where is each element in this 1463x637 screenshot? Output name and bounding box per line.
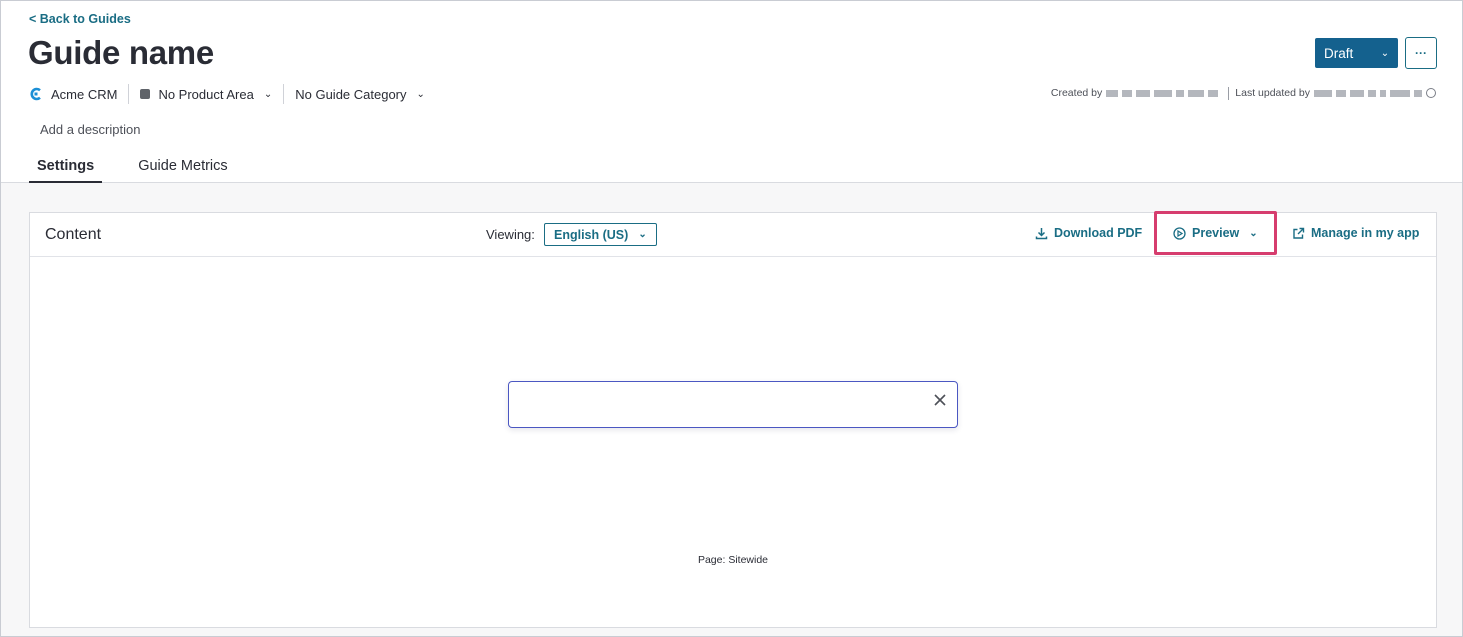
status-label: Draft	[1324, 45, 1354, 61]
clock-icon[interactable]	[1426, 88, 1436, 98]
page-header: < Back to Guides Guide name Acme CRM No …	[1, 1, 1462, 183]
chevron-down-icon: ⌄	[1380, 47, 1390, 59]
redacted-text	[1106, 89, 1219, 97]
preview-dropdown-button[interactable]: Preview ⌄	[1173, 226, 1258, 240]
content-panel-title: Content	[45, 226, 102, 243]
download-pdf-button[interactable]: Download PDF	[1035, 226, 1142, 240]
manage-in-app-link[interactable]: Manage in my app	[1292, 226, 1419, 240]
chevron-down-icon: ⌄	[263, 88, 273, 100]
divider	[1228, 86, 1230, 100]
guide-meta-row: Acme CRM No Product Area ⌄ No Guide Cate…	[29, 83, 425, 105]
page-title[interactable]: Guide name	[28, 34, 214, 72]
content-panel-header: Content Viewing: English (US) ⌄ Download…	[30, 211, 1436, 257]
divider	[283, 84, 285, 104]
guide-category-dropdown[interactable]: No Guide Category ⌄	[295, 87, 425, 102]
last-updated-label: Last updated by	[1235, 87, 1310, 99]
viewing-label: Viewing:	[486, 227, 535, 242]
guide-category-label: No Guide Category	[295, 86, 407, 102]
app-name: Acme CRM	[51, 86, 118, 102]
external-link-icon	[1293, 227, 1305, 239]
download-icon	[1035, 227, 1048, 239]
product-area-label: No Product Area	[158, 86, 254, 102]
content-preview-area: Page: Sitewide	[30, 257, 1436, 627]
chevron-down-icon: ⌄	[416, 88, 425, 100]
close-icon[interactable]	[932, 392, 948, 408]
more-options-button[interactable]: ···	[1405, 37, 1437, 69]
app-logo-icon	[30, 87, 41, 101]
status-dropdown-button[interactable]: Draft ⌄	[1315, 38, 1398, 68]
app-selector[interactable]: Acme CRM	[29, 87, 117, 102]
page-scope-label: Page: Sitewide	[697, 554, 769, 566]
product-area-dropdown[interactable]: No Product Area ⌄	[140, 87, 272, 102]
chevron-down-icon: ⌄	[1249, 227, 1258, 239]
language-value: English (US)	[554, 227, 629, 242]
divider	[128, 84, 130, 104]
play-circle-icon	[1173, 226, 1186, 240]
download-pdf-label: Download PDF	[1054, 226, 1143, 240]
manage-in-app-label: Manage in my app	[1311, 226, 1420, 240]
redacted-text	[1314, 89, 1422, 97]
language-select[interactable]: English (US) ⌄	[544, 223, 657, 246]
description-field[interactable]: Add a description	[40, 122, 140, 137]
created-info: Created by Last updated by	[1051, 86, 1436, 100]
product-area-color-icon	[140, 89, 151, 99]
tab-guide-metrics[interactable]: Guide Metrics	[130, 151, 235, 183]
tab-settings[interactable]: Settings	[29, 151, 103, 183]
created-by-label: Created by	[1050, 87, 1103, 99]
tab-bar: Settings Guide Metrics	[29, 151, 264, 183]
app-frame: < Back to Guides Guide name Acme CRM No …	[0, 0, 1463, 637]
back-to-guides-link[interactable]: < Back to Guides	[29, 12, 131, 26]
content-panel: Content Viewing: English (US) ⌄ Download…	[29, 211, 1437, 628]
guide-content-input[interactable]	[508, 381, 958, 428]
chevron-down-icon: ⌄	[638, 229, 647, 240]
preview-label: Preview	[1192, 226, 1240, 240]
